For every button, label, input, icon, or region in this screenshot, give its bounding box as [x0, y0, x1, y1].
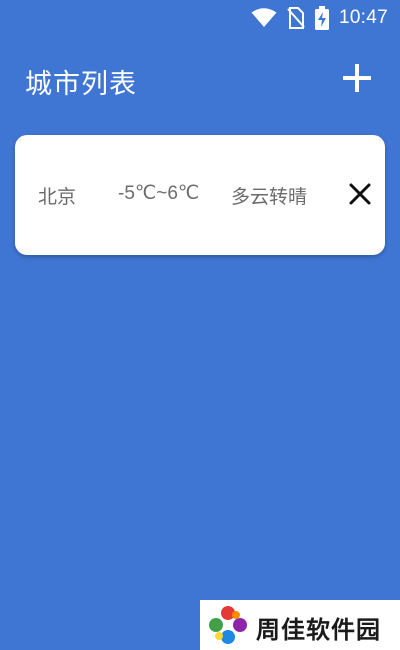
close-icon — [349, 183, 371, 205]
city-name: 北京 — [38, 186, 77, 208]
no-sim-icon — [287, 7, 305, 29]
plus-icon — [343, 64, 371, 92]
status-time: 10:47 — [338, 7, 388, 28]
page-title: 城市列表 — [25, 69, 137, 100]
add-city-button[interactable] — [340, 61, 374, 95]
watermark-text: 周佳软件园 — [256, 616, 381, 644]
status-bar: 10:47 — [0, 0, 400, 36]
city-temperature: -5℃~6℃ — [118, 183, 200, 204]
delete-city-button[interactable] — [347, 181, 373, 207]
wifi-icon — [251, 8, 277, 27]
city-card[interactable]: 北京 -5℃~6℃ 多云转晴 — [15, 135, 385, 255]
app-header: 城市列表 — [0, 48, 400, 108]
battery-charging-icon — [314, 6, 329, 30]
city-weather: 多云转晴 — [231, 186, 308, 208]
status-icons: 10:47 — [251, 6, 388, 30]
watermark-logo-icon — [209, 606, 247, 644]
watermark: 周佳软件园 — [200, 600, 400, 650]
